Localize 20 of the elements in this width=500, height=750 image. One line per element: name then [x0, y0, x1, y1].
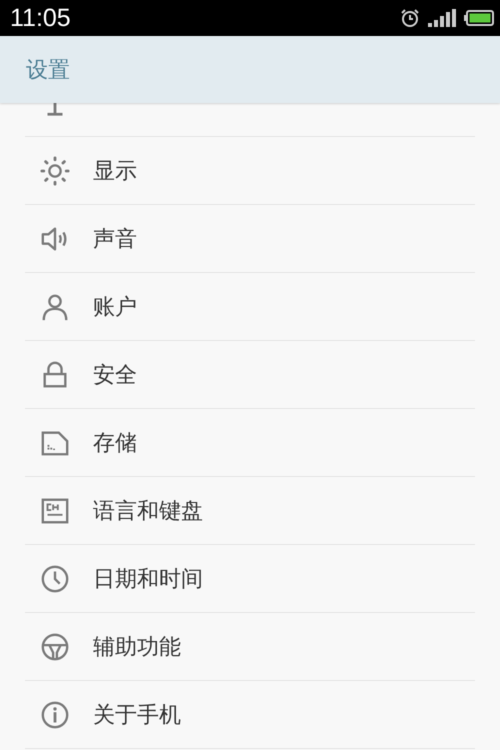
settings-item[interactable]: 显示 [25, 137, 475, 205]
clock-icon [40, 564, 70, 594]
settings-item[interactable]: 关于手机 [25, 681, 475, 749]
brightness-icon [40, 156, 70, 186]
keyboard-icon [40, 496, 70, 526]
alarm-icon [400, 8, 420, 28]
settings-item[interactable]: 日期和时间 [25, 545, 475, 613]
signal-icon [428, 9, 456, 27]
header-title: 设置 [26, 56, 70, 84]
clock-time: 11:05 [10, 4, 72, 32]
settings-item[interactable]: 存储 [25, 409, 475, 477]
person-icon [40, 292, 70, 322]
steering-wheel-icon [40, 632, 70, 662]
settings-item[interactable]: 语言和键盘 [25, 477, 475, 545]
battery-icon [464, 10, 494, 26]
settings-item[interactable]: 辅助功能 [25, 613, 475, 681]
settings-item[interactable]: 账户 [25, 273, 475, 341]
info-icon [40, 700, 70, 730]
settings-item[interactable]: 声音 [25, 205, 475, 273]
settings-item[interactable]: 安全 [25, 341, 475, 409]
